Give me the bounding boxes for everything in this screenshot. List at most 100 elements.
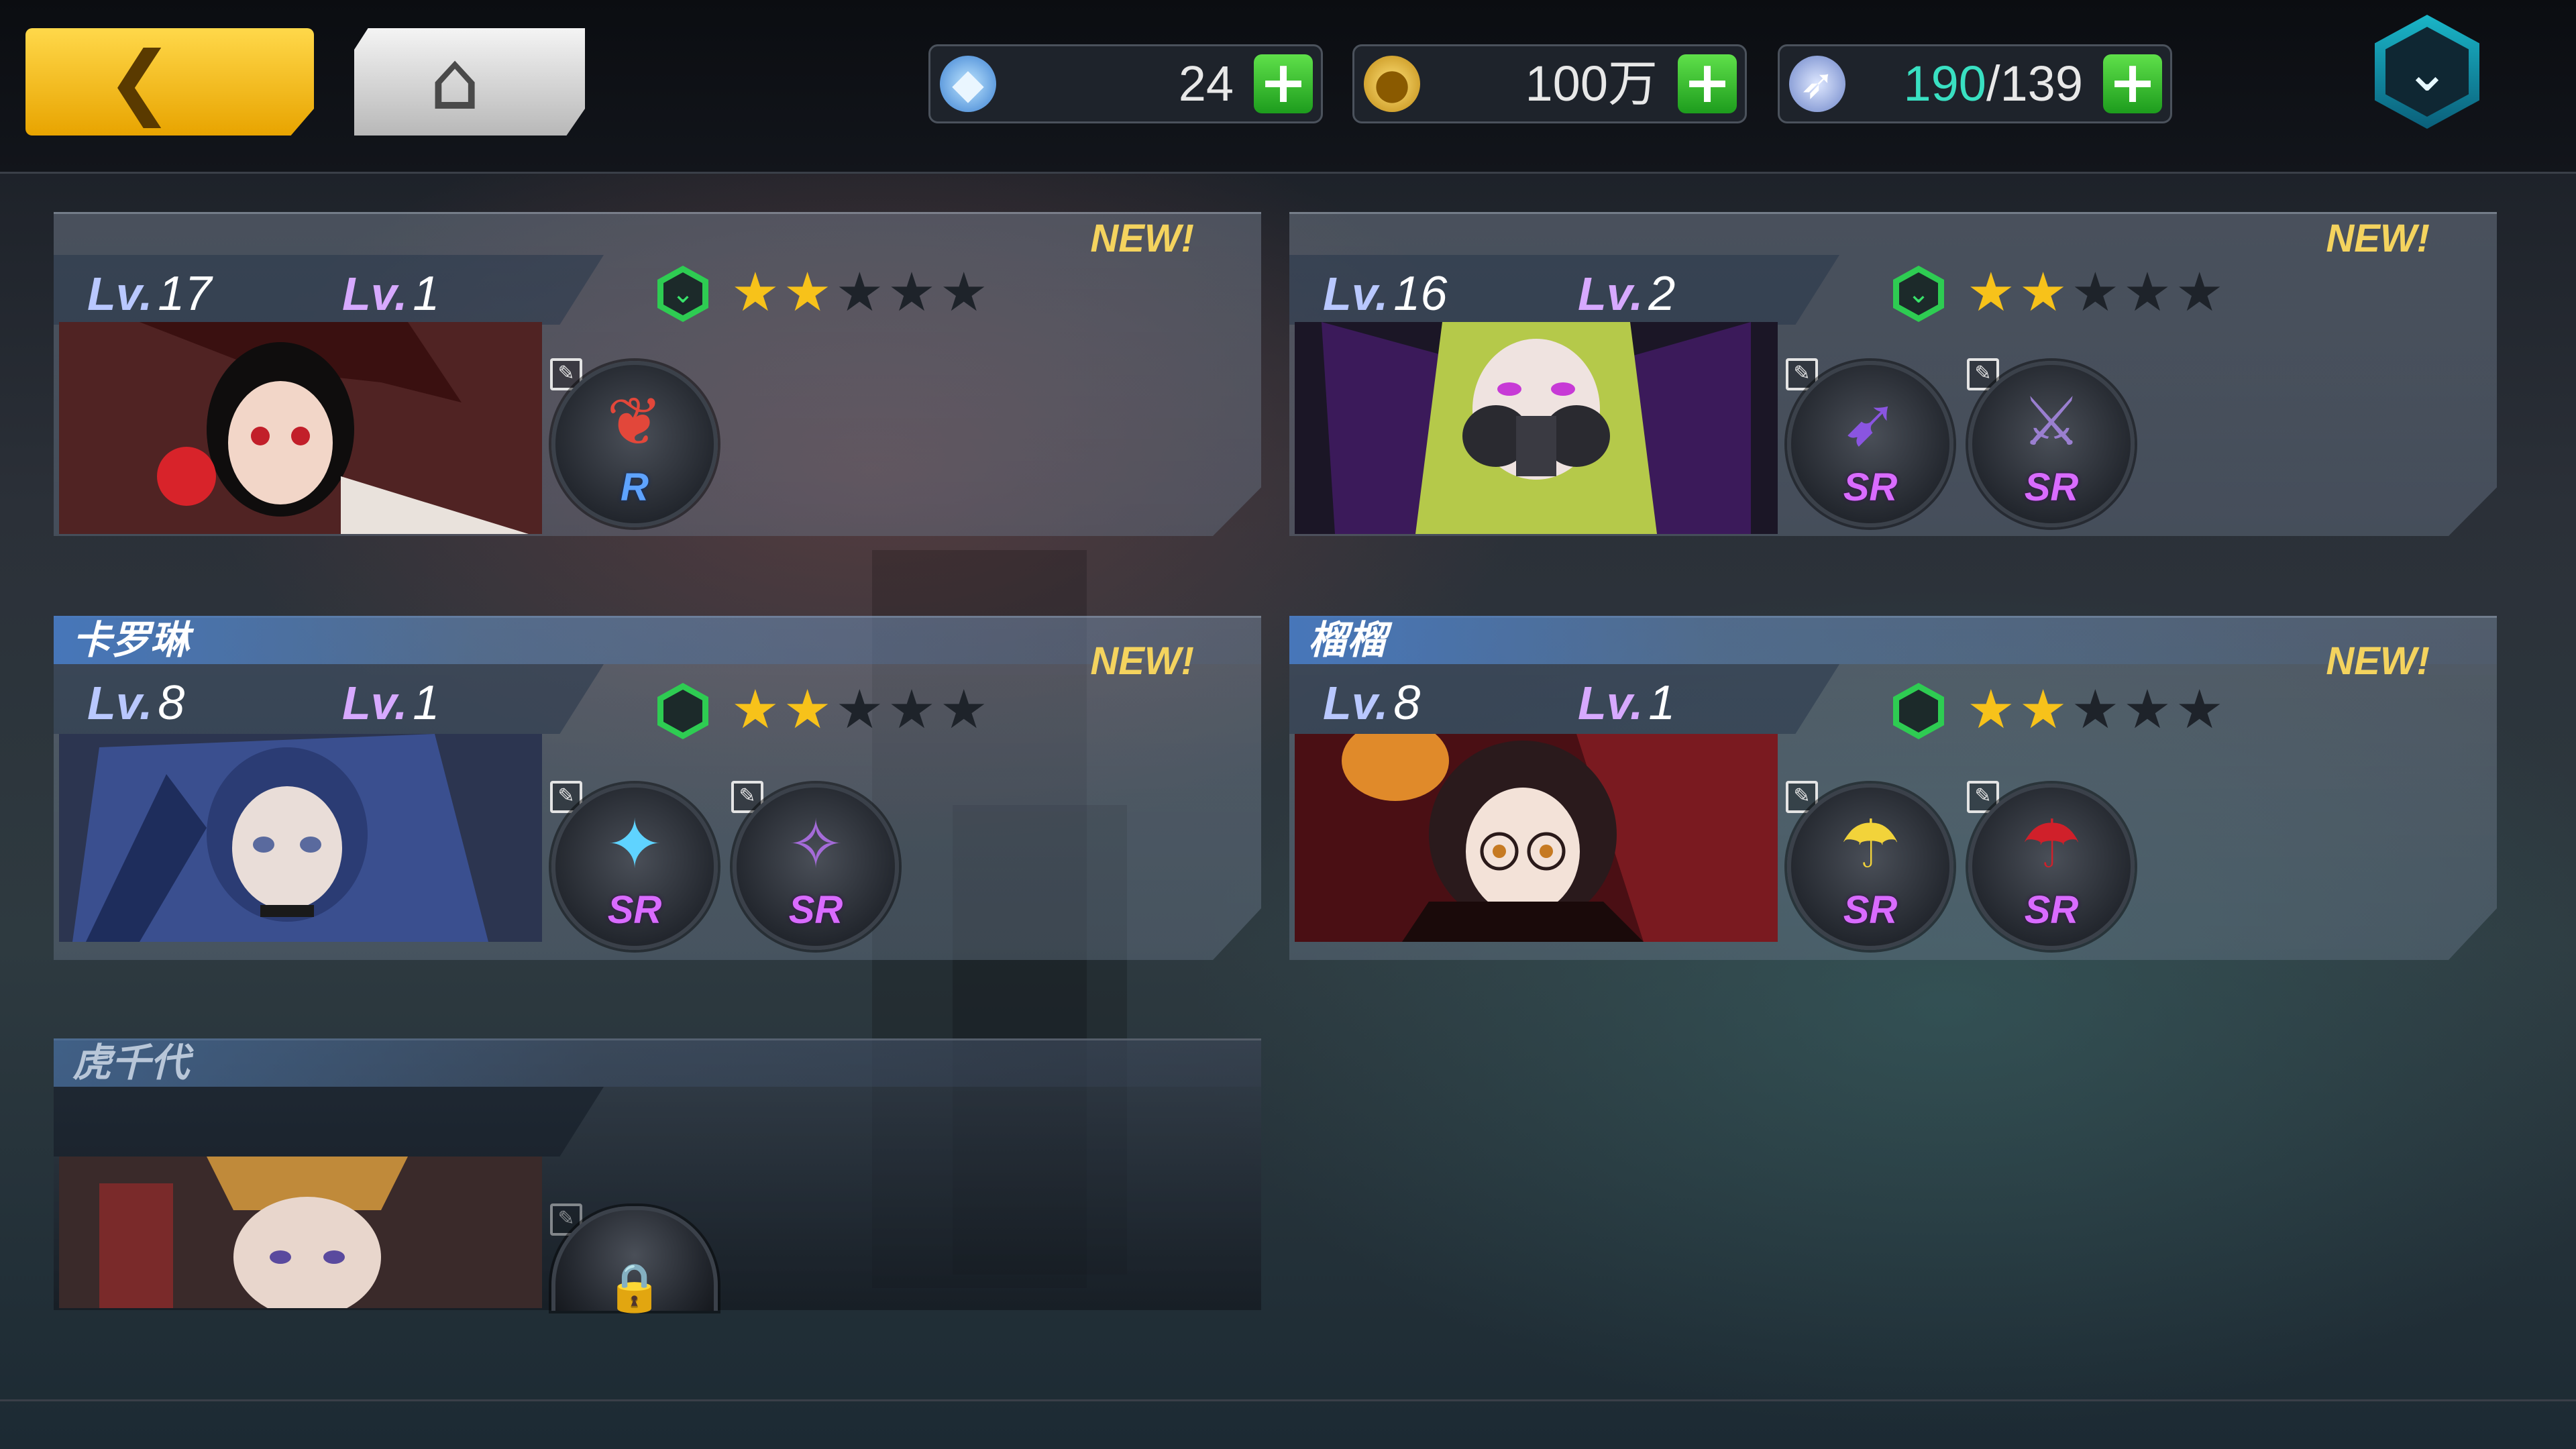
red-parasol-icon: ☂ (2021, 805, 2082, 883)
star-empty-icon: ★ (939, 261, 992, 323)
star-empty-icon: ★ (2123, 261, 2176, 323)
new-badge: NEW! (1090, 639, 1194, 683)
breakthrough-value: 1 (413, 267, 440, 321)
new-badge: NEW! (2326, 639, 2430, 683)
rarity-label: SR (788, 888, 843, 932)
add-diamond-button[interactable]: + (1254, 54, 1313, 113)
new-badge: NEW! (1090, 217, 1194, 260)
equipment-slot[interactable]: ☂ SR (1968, 784, 2135, 950)
rose-staff-icon: ❦ (606, 382, 663, 461)
star-icon: ★ (783, 261, 836, 323)
star-rating: ★★★★★ (731, 264, 992, 321)
breakthrough-label: Lv. (1578, 677, 1644, 729)
star-rating: ★★★★★ (1967, 682, 2228, 738)
stat-row (54, 1087, 604, 1157)
star-rating: ★★★★★ (731, 682, 992, 738)
star-empty-icon: ★ (888, 678, 940, 741)
character-portrait (59, 322, 542, 534)
breakthrough-level: Lv. 1 (1578, 678, 1675, 729)
level-label: Lv. (1323, 268, 1389, 320)
stamina-value: 190/139 (1904, 58, 2084, 109)
new-badge: NEW! (2326, 217, 2430, 260)
menu-button[interactable]: ⌄ (2375, 15, 2479, 129)
rarity-label: SR (1843, 888, 1898, 932)
name-bar (1289, 616, 2497, 664)
star-icon: ★ (731, 678, 784, 741)
stamina-current: 190 (1903, 56, 1986, 111)
diamond-icon: ◆ (940, 56, 996, 112)
character-name: 卡罗琳 (72, 617, 190, 663)
star-empty-icon: ★ (2123, 678, 2176, 741)
yellow-parasol-icon: ☂ (1840, 805, 1900, 883)
level-label: Lv. (87, 268, 153, 320)
add-stamina-button[interactable]: + (2103, 54, 2162, 113)
stamina-max: 139 (2000, 56, 2083, 111)
star-icon: ★ (731, 261, 784, 323)
name-bar (54, 616, 1261, 664)
star-empty-icon: ★ (835, 261, 888, 323)
character-level: Lv. 17 (87, 268, 211, 319)
add-gold-button[interactable]: + (1678, 54, 1737, 113)
character-portrait (1295, 734, 1778, 942)
breakthrough-label: Lv. (1578, 268, 1644, 320)
home-icon: ⌂ (429, 35, 481, 128)
character-level: Lv. 8 (1323, 678, 1420, 729)
character-card[interactable]: NEW! Lv. 16 Lv. 2 ⌄ ★★★★★ ✎ ➹ SR ✎ ⚔ SR (1289, 212, 2497, 536)
character-level: Lv. 16 (1323, 268, 1447, 319)
character-name: 虎千代 (72, 1040, 190, 1085)
level-label: Lv. (87, 677, 153, 729)
back-arrow-icon: ❮ (106, 35, 174, 128)
diamond-counter: ◆ 24 + (928, 44, 1323, 123)
star-rating: ★★★★★ (1967, 264, 2228, 321)
stamina-icon: ➶ (1789, 56, 1845, 112)
rarity-label: SR (1843, 466, 1898, 509)
equipment-slot[interactable]: ✦ SR (551, 784, 718, 950)
level-value: 16 (1393, 267, 1448, 321)
gold-value: 100万 (1525, 56, 1658, 111)
equipment-slot[interactable]: ✧ SR (733, 784, 899, 950)
back-button[interactable]: ❮ (25, 28, 314, 136)
breakthrough-value: 2 (1648, 267, 1676, 321)
breakthrough-level: Lv. 2 (1578, 268, 1675, 319)
equipment-slot[interactable]: ☂ SR (1787, 784, 1953, 950)
star-empty-icon: ★ (939, 678, 992, 741)
character-card[interactable]: 榴榴 NEW! Lv. 8 Lv. 1 ★★★★★ ✎ ☂ SR ✎ ☂ SR (1289, 616, 2497, 960)
breakthrough-value: 1 (1648, 676, 1676, 730)
diamond-value: 24 (1178, 56, 1234, 111)
equipment-slot[interactable]: ➹ SR (1787, 361, 1953, 527)
star-empty-icon: ★ (835, 678, 888, 741)
breakthrough-label: Lv. (342, 268, 408, 320)
star-icon: ★ (783, 678, 836, 741)
character-card[interactable]: 卡罗琳 NEW! Lv. 8 Lv. 1 ★★★★★ ✎ ✦ SR ✎ ✧ SR (54, 616, 1261, 960)
level-value: 8 (158, 676, 185, 730)
name-bar (54, 1038, 1261, 1087)
equipment-slot[interactable]: ❦ R (551, 361, 718, 527)
breakthrough-value: 1 (413, 676, 440, 730)
star-icon: ★ (1967, 678, 2019, 741)
gold-counter: ● 100万 + (1352, 44, 1747, 123)
character-card[interactable]: NEW! Lv. 17 Lv. 1 ⌄ ★★★★★ ✎ ❦ R (54, 212, 1261, 536)
home-button[interactable]: ⌂ (354, 28, 585, 136)
breakthrough-level: Lv. 1 (342, 268, 439, 319)
drill-weapon-icon: ➹ (1842, 382, 1898, 461)
rarity-label: SR (2024, 466, 2079, 509)
star-icon: ★ (2019, 678, 2072, 741)
character-portrait (59, 734, 542, 942)
character-level: Lv. 8 (87, 678, 184, 729)
star-empty-icon: ★ (2071, 678, 2124, 741)
star-empty-icon: ★ (2071, 261, 2124, 323)
level-label: Lv. (1323, 677, 1389, 729)
rarity-label: SR (2024, 888, 2079, 932)
star-icon: ★ (1967, 261, 2019, 323)
twin-guns-icon: ✦ (606, 805, 663, 883)
star-empty-icon: ★ (2175, 261, 2228, 323)
bottom-divider (0, 1399, 2576, 1401)
star-empty-icon: ★ (888, 261, 940, 323)
dual-blade-icon: ⚔ (2021, 382, 2082, 461)
equipment-slot[interactable]: ⚔ SR (1968, 361, 2135, 527)
stamina-counter: ➶ 190/139 + (1778, 44, 2172, 123)
character-card-locked[interactable]: 虎千代 ✎ 🔒 (54, 1038, 1261, 1315)
rarity-label: SR (607, 888, 662, 932)
shield-chevron-icon: ⌄ (2385, 27, 2469, 117)
breakthrough-level: Lv. 1 (342, 678, 439, 729)
